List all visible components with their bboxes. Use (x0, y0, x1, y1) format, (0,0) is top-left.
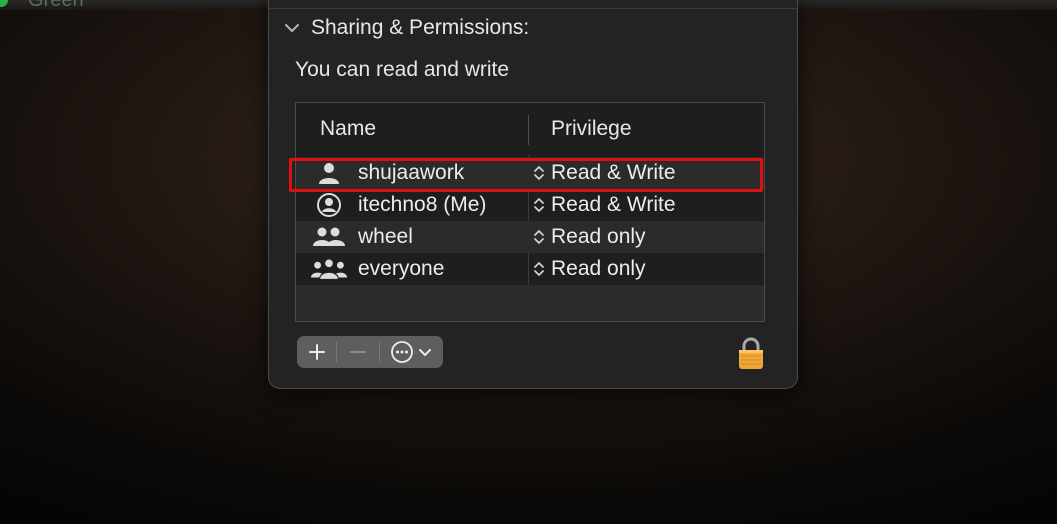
table-row[interactable]: everyone Read only (296, 253, 764, 285)
ellipsis-circle-icon (391, 341, 414, 363)
background-tag-row: Green (0, 0, 84, 11)
chevron-updown-icon[interactable] (532, 195, 546, 215)
table-header: Name Privilege (296, 103, 764, 155)
lock-icon[interactable] (736, 336, 766, 370)
panel-divider (269, 8, 797, 9)
everyone-icon (310, 256, 348, 282)
user-name: wheel (358, 225, 413, 248)
privilege-popup[interactable]: Read & Write (551, 193, 676, 217)
add-user-button[interactable] (297, 336, 336, 368)
background-tag-label: Green (28, 0, 84, 12)
column-header-name[interactable]: Name (320, 117, 376, 141)
column-divider (528, 115, 529, 145)
user-circle-icon (310, 192, 348, 218)
plus-icon (308, 344, 325, 360)
chevron-down-icon[interactable] (283, 19, 301, 37)
group-icon (310, 224, 348, 250)
remove-user-button[interactable] (337, 336, 378, 368)
privilege-popup[interactable]: Read only (551, 257, 646, 281)
privilege-popup[interactable]: Read only (551, 225, 646, 249)
minus-icon (350, 351, 367, 353)
user-name: itechno8 (Me) (358, 193, 487, 216)
section-title: Sharing & Permissions: (311, 16, 530, 39)
column-header-privilege[interactable]: Privilege (551, 117, 632, 141)
permission-summary: You can read and write (295, 58, 510, 81)
permissions-toolbar (297, 336, 443, 368)
table-row[interactable]: itechno8 (Me) Read & Write (296, 189, 764, 221)
action-menu-button[interactable] (380, 336, 443, 368)
user-name: everyone (358, 257, 445, 280)
chevron-down-icon (419, 349, 432, 356)
highlight-box (289, 158, 763, 192)
table-row[interactable]: wheel Read only (296, 221, 764, 253)
chevron-updown-icon[interactable] (532, 259, 546, 279)
green-tag-dot-icon (0, 0, 8, 7)
sharing-permissions-header[interactable]: Sharing & Permissions: (283, 16, 529, 40)
chevron-updown-icon[interactable] (532, 227, 546, 247)
permissions-table: Name Privilege shujaawork Read & Write i… (295, 102, 765, 322)
get-info-panel: Sharing & Permissions: You can read and … (268, 0, 798, 389)
empty-row (296, 285, 764, 321)
